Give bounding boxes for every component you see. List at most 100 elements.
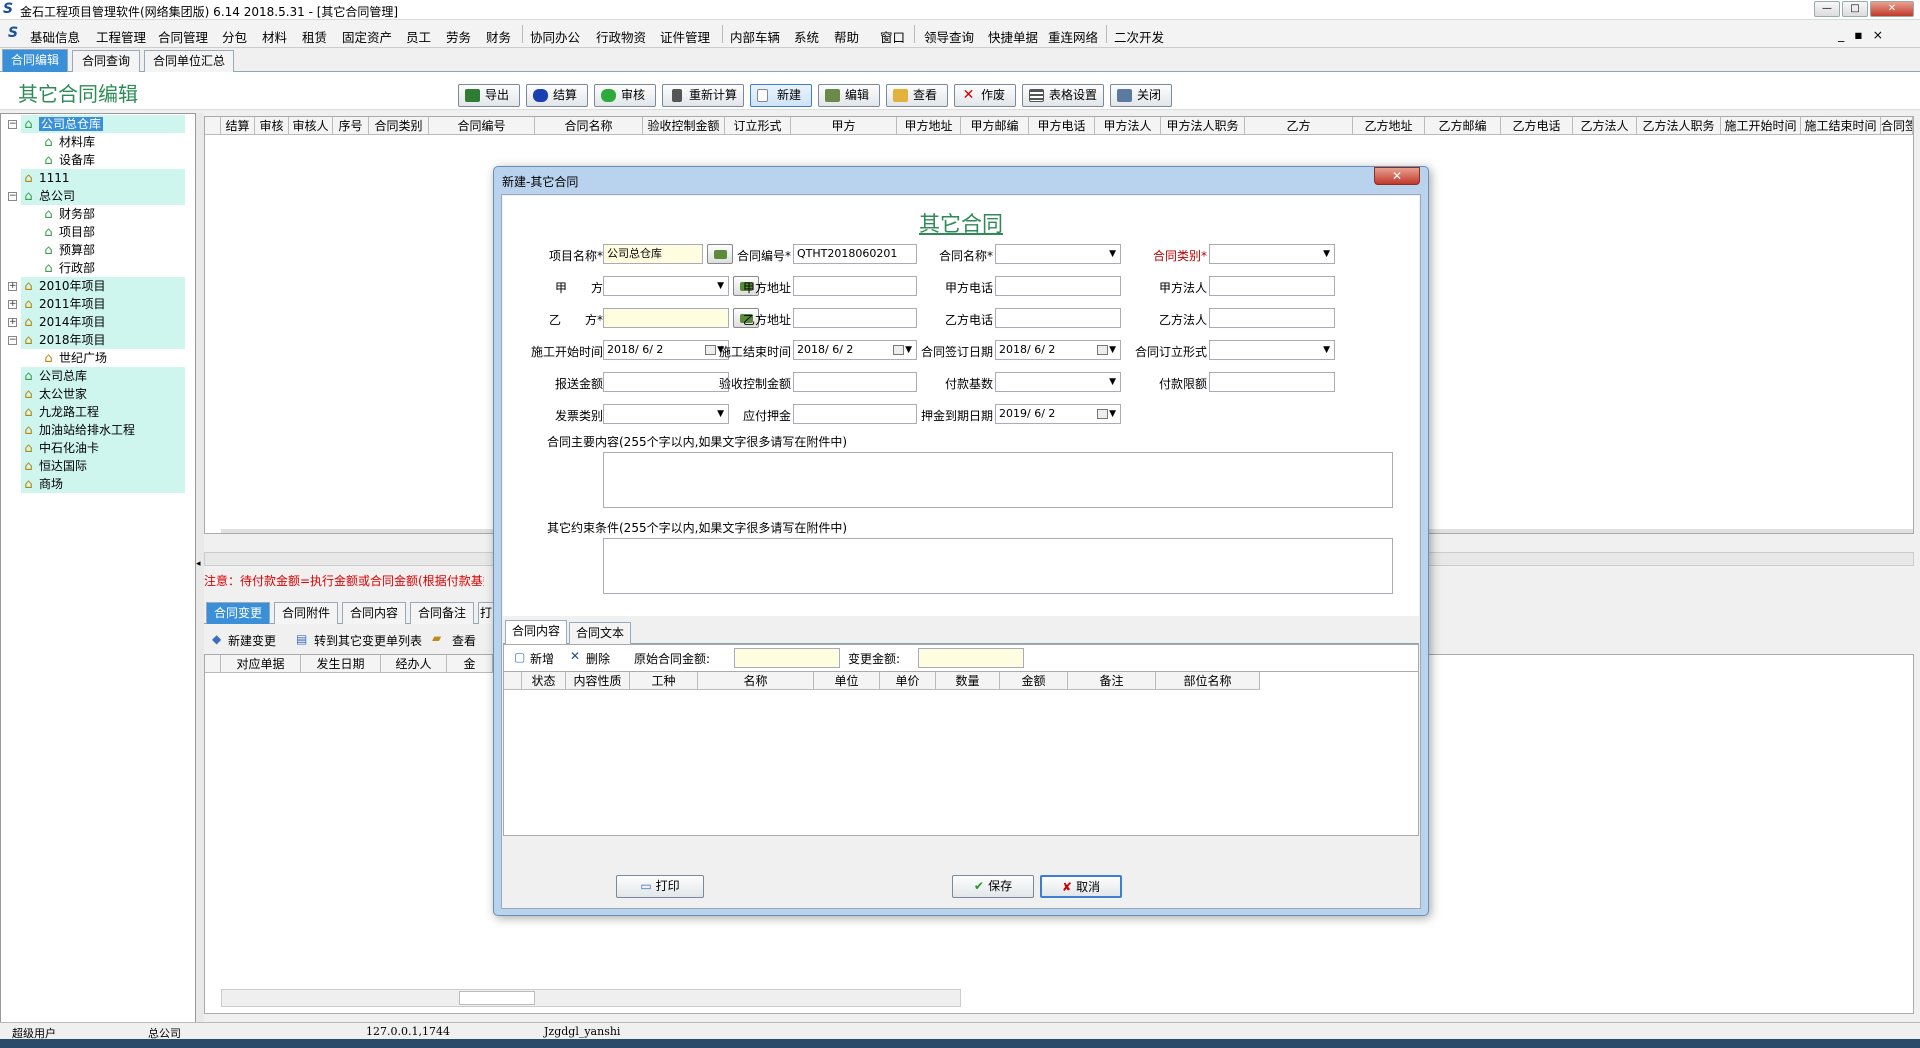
tree-node[interactable]: ⌂ 商场 <box>21 475 185 493</box>
grid-header[interactable]: 金额 <box>1000 672 1068 690</box>
cancel-button[interactable]: ✘ 取消 <box>1040 875 1122 898</box>
to-change-list-button[interactable]: 转到其它变更单列表 <box>314 632 422 649</box>
menu-leasing[interactable]: 租赁 <box>302 27 327 46</box>
grid-header[interactable]: 单价 <box>880 672 936 690</box>
grid-header[interactable]: 备注 <box>1068 672 1156 690</box>
tree-node[interactable]: ⌂ 2018年项目 <box>21 331 185 349</box>
project-name-field[interactable]: 公司总仓库 <box>603 244 703 264</box>
tree-node[interactable]: ⌂ 恒达国际 <box>21 457 185 475</box>
menu-secondary-dev[interactable]: 二次开发 <box>1114 27 1164 46</box>
recalculate-button[interactable]: 重新计算 <box>662 84 744 107</box>
grid-header[interactable]: 甲方法人职务 <box>1161 117 1245 135</box>
panel-splitter[interactable]: ◂ <box>196 113 204 1023</box>
menu-basic-info[interactable]: 基础信息 <box>30 27 80 46</box>
tree-node[interactable]: ⌂ 2011年项目 <box>21 295 185 313</box>
grid-header[interactable]: 内容性质 <box>566 672 630 690</box>
export-button[interactable]: 导出 <box>458 84 520 107</box>
void-button[interactable]: ✕ 作废 <box>954 84 1016 107</box>
payment-limit-field[interactable] <box>1209 372 1335 392</box>
settle-button[interactable]: 结算 <box>526 84 588 107</box>
grid-header[interactable]: 部位名称 <box>1156 672 1260 690</box>
grid-header[interactable]: 合同签 <box>1881 117 1913 135</box>
party-b-legal-field[interactable] <box>1209 308 1335 328</box>
contract-type-select[interactable]: ▼ <box>1209 244 1335 264</box>
content-items-grid[interactable]: 状态 内容性质 工种 名称 单位 单价 数量 金额 备注 部位名称 <box>504 671 1418 835</box>
grid-header[interactable]: 乙方法人 <box>1573 117 1637 135</box>
tree-node[interactable]: ⌂ 世纪广场 <box>41 349 107 367</box>
contract-form-select[interactable]: ▼ <box>1209 340 1335 360</box>
tab-contract-edit[interactable]: 合同编辑 <box>2 49 68 72</box>
menu-vehicles[interactable]: 内部车辆 <box>730 27 780 46</box>
party-b-address-field[interactable] <box>793 308 917 328</box>
grid-header[interactable]: 数量 <box>936 672 1000 690</box>
tab-contract-content[interactable]: 合同内容 <box>342 602 406 624</box>
grid-header[interactable]: 单位 <box>814 672 880 690</box>
tab-contract-change[interactable]: 合同变更 <box>206 602 270 624</box>
change-grid-hscrollbar[interactable] <box>221 989 961 1007</box>
tree-node[interactable]: ⌂ 行政部 <box>41 259 95 277</box>
grid-header[interactable]: 订立形式 <box>725 117 791 135</box>
collapse-icon[interactable]: − <box>8 120 17 129</box>
grid-header[interactable]: 对应单据 <box>221 655 301 673</box>
edit-button[interactable]: 编辑 <box>818 84 880 107</box>
other-terms-textarea[interactable] <box>603 538 1393 594</box>
expand-icon[interactable]: + <box>8 300 17 309</box>
party-a-legal-field[interactable] <box>1209 276 1335 296</box>
main-content-textarea[interactable] <box>603 452 1393 508</box>
tree-node[interactable]: ⌂ 中石化油卡 <box>21 439 185 457</box>
menu-subcontract[interactable]: 分包 <box>222 27 247 46</box>
grid-header[interactable]: 乙方法人职务 <box>1637 117 1721 135</box>
new-change-button[interactable]: 新建变更 <box>228 632 276 649</box>
grid-header[interactable]: 施工结束时间 <box>1801 117 1881 135</box>
add-row-button[interactable]: 新增 <box>530 650 554 667</box>
scroll-thumb[interactable] <box>459 991 535 1005</box>
view-button[interactable]: 查看 <box>886 84 948 107</box>
grid-header[interactable]: 金 <box>447 655 493 673</box>
minimize-button[interactable]: — <box>1814 1 1840 17</box>
grid-header[interactable]: 合同名称 <box>535 117 643 135</box>
tree-node[interactable]: ⌂ 加油站给排水工程 <box>21 421 185 439</box>
view-change-button[interactable]: 查看 <box>452 632 476 649</box>
menu-reconnect[interactable]: 重连网络 <box>1048 27 1098 46</box>
menu-contract-mgmt[interactable]: 合同管理 <box>158 27 208 46</box>
menu-admin-supplies[interactable]: 行政物资 <box>596 27 646 46</box>
tree-node[interactable]: ⌂ 设备库 <box>41 151 95 169</box>
grid-header[interactable]: 甲方电话 <box>1029 117 1095 135</box>
party-a-phone-field[interactable] <box>995 276 1121 296</box>
menu-finance[interactable]: 财务 <box>486 27 511 46</box>
tree-node[interactable]: ⌂ 2010年项目 <box>21 277 185 295</box>
tab-print-partial[interactable]: 打 <box>478 602 494 624</box>
menu-labor[interactable]: 劳务 <box>446 27 471 46</box>
tree-node[interactable]: ⌂ 2014年项目 <box>21 313 185 331</box>
tab-contract-unit-summary[interactable]: 合同单位汇总 <box>144 50 234 72</box>
grid-header[interactable]: 经办人 <box>381 655 447 673</box>
collapse-arrow-icon[interactable]: ◂ <box>196 559 201 569</box>
close-window-button[interactable]: ✕ <box>1870 1 1914 17</box>
mdi-controls[interactable]: _ ▪ × <box>1838 27 1886 42</box>
party-a-address-field[interactable] <box>793 276 917 296</box>
menu-materials[interactable]: 材料 <box>262 27 287 46</box>
tab-contract-text[interactable]: 合同文本 <box>569 622 631 644</box>
menu-system[interactable]: 系统 <box>794 27 819 46</box>
grid-header[interactable]: 验收控制金额 <box>643 117 725 135</box>
maximize-button[interactable]: □ <box>1842 1 1868 17</box>
collapse-icon[interactable]: − <box>8 192 17 201</box>
tree-node[interactable]: ⌂ 1111 <box>21 169 185 187</box>
menu-window[interactable]: 窗口 <box>880 27 905 46</box>
original-amount-field[interactable] <box>734 648 840 668</box>
grid-header[interactable]: 甲方地址 <box>897 117 961 135</box>
tab-contract-query[interactable]: 合同查询 <box>72 50 140 72</box>
party-b-phone-field[interactable] <box>995 308 1121 328</box>
menu-help[interactable]: 帮助 <box>834 27 859 46</box>
payment-base-select[interactable]: ▼ <box>995 372 1121 392</box>
grid-settings-button[interactable]: 表格设置 <box>1022 84 1104 107</box>
grid-header[interactable]: 甲方邮编 <box>961 117 1029 135</box>
party-b-field[interactable] <box>603 308 729 328</box>
close-button[interactable]: 关闭 <box>1110 84 1172 107</box>
new-button[interactable]: 新建 <box>750 84 812 107</box>
grid-header[interactable]: 甲方法人 <box>1095 117 1161 135</box>
grid-header[interactable]: 名称 <box>698 672 814 690</box>
grid-header[interactable]: 乙方地址 <box>1353 117 1425 135</box>
grid-header[interactable]: 甲方 <box>791 117 897 135</box>
grid-header[interactable]: 发生日期 <box>301 655 381 673</box>
